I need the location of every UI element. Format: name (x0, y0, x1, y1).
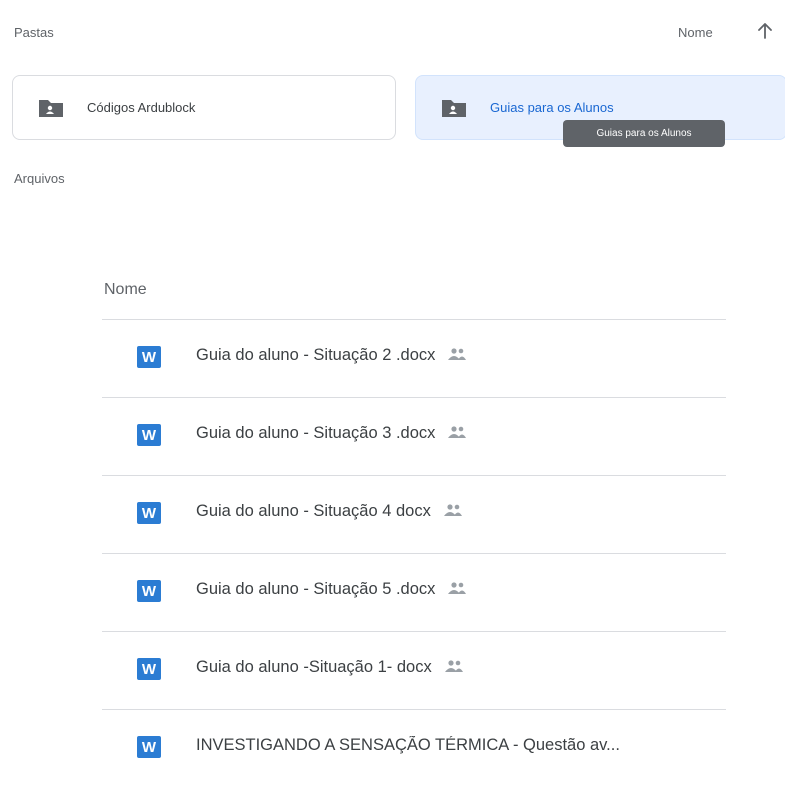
folder-name: Guias para os Alunos (490, 100, 614, 115)
file-name: Guia do aluno - Situação 2 .docx (196, 346, 467, 365)
file-name: INVESTIGANDO A SENSAÇÃO TÉRMICA - Questã… (196, 736, 620, 755)
folder-name: Códigos Ardublock (87, 100, 196, 115)
name-column-header[interactable]: Nome (104, 281, 147, 299)
file-name-text: Guia do aluno -Situação 1- docx (196, 658, 432, 676)
shared-people-icon (448, 426, 467, 438)
file-row[interactable]: W Guia do aluno - Situação 5 .docx (102, 554, 726, 631)
word-icon: W (137, 502, 161, 524)
folders-section-label: Pastas (14, 25, 54, 40)
file-row[interactable]: W Guia do aluno - Situação 4 docx (102, 476, 726, 553)
file-row[interactable]: W Guia do aluno - Situação 2 .docx (102, 320, 726, 397)
file-name: Guia do aluno - Situação 4 docx (196, 502, 463, 521)
shared-people-icon (448, 348, 467, 360)
file-name-text: Guia do aluno - Situação 2 .docx (196, 346, 436, 364)
file-row[interactable]: W Guia do aluno - Situação 3 .docx (102, 398, 726, 475)
file-name-text: INVESTIGANDO A SENSAÇÃO TÉRMICA - Questã… (196, 736, 620, 754)
file-name: Guia do aluno - Situação 5 .docx (196, 580, 467, 599)
shared-people-icon (443, 504, 462, 516)
shared-people-icon (448, 582, 467, 594)
arrow-up-icon[interactable] (755, 20, 775, 42)
word-icon: W (137, 736, 161, 758)
folder-codigos-ardublock[interactable]: Códigos Ardublock (12, 75, 396, 140)
folder-tooltip: Guias para os Alunos (563, 120, 725, 147)
file-name-text: Guia do aluno - Situação 5 .docx (196, 580, 436, 598)
word-icon: W (137, 346, 161, 368)
shared-folder-icon (442, 99, 466, 117)
sort-by-label[interactable]: Nome (678, 25, 713, 40)
file-row[interactable]: W Guia do aluno -Situação 1- docx (102, 632, 726, 709)
word-icon: W (137, 658, 161, 680)
word-icon: W (137, 424, 161, 446)
file-name: Guia do aluno -Situação 1- docx (196, 658, 464, 677)
file-name: Guia do aluno - Situação 3 .docx (196, 424, 467, 443)
word-icon: W (137, 580, 161, 602)
file-row[interactable]: W INVESTIGANDO A SENSAÇÃO TÉRMICA - Quest… (102, 710, 726, 787)
file-name-text: Guia do aluno - Situação 3 .docx (196, 424, 436, 442)
file-name-text: Guia do aluno - Situação 4 docx (196, 502, 431, 520)
shared-people-icon (444, 660, 463, 672)
files-section-label: Arquivos (14, 171, 65, 185)
shared-folder-icon (39, 99, 63, 117)
